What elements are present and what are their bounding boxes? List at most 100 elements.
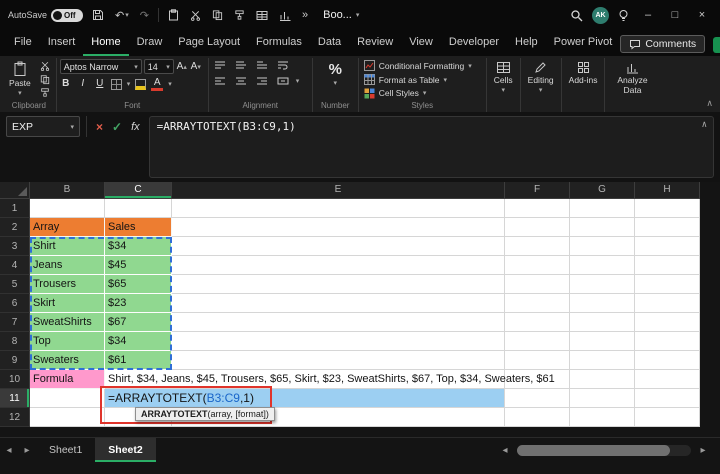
row-header-3[interactable]: 3 xyxy=(0,237,30,256)
tab-home[interactable]: Home xyxy=(83,31,128,56)
cell[interactable] xyxy=(635,313,700,332)
format-painter-quick-button[interactable] xyxy=(232,7,247,23)
autosave-switch[interactable]: Off xyxy=(51,9,83,22)
cell[interactable] xyxy=(172,332,505,351)
font-name-select[interactable]: Aptos Narrow ▾ xyxy=(60,59,142,74)
align-top-button[interactable] xyxy=(212,59,228,71)
cell[interactable] xyxy=(30,199,105,218)
minimize-button[interactable]: – xyxy=(638,9,658,21)
cell-edit-formula[interactable]: =ARRAYTOTEXT(B3:C9,1) xyxy=(105,389,505,408)
horizontal-scrollbar[interactable]: ◂ ▸ xyxy=(488,438,720,462)
row-header-2[interactable]: 2 xyxy=(0,218,30,237)
cell[interactable] xyxy=(505,275,570,294)
row-header-11[interactable]: 11 xyxy=(0,389,30,408)
close-button[interactable]: × xyxy=(692,9,712,21)
tab-data[interactable]: Data xyxy=(310,31,349,56)
cell-item-value[interactable]: $23 xyxy=(105,294,172,313)
row-header-6[interactable]: 6 xyxy=(0,294,30,313)
comments-button[interactable]: Comments xyxy=(620,35,705,53)
tab-draw[interactable]: Draw xyxy=(129,31,171,56)
cell-array-header[interactable]: Array xyxy=(30,218,105,237)
analyze-data-button[interactable]: Analyze Data xyxy=(608,59,656,97)
align-left-button[interactable] xyxy=(212,75,228,87)
cell[interactable] xyxy=(172,218,505,237)
cell[interactable] xyxy=(172,256,505,275)
cell[interactable] xyxy=(635,332,700,351)
cell[interactable] xyxy=(105,199,172,218)
format-painter-button[interactable] xyxy=(37,86,53,98)
cell[interactable] xyxy=(570,332,635,351)
bold-button[interactable]: B xyxy=(60,77,72,91)
cell-item-value[interactable]: $67 xyxy=(105,313,172,332)
avatar[interactable]: AK xyxy=(592,7,609,24)
cell[interactable] xyxy=(570,408,635,427)
merge-center-button[interactable] xyxy=(275,75,291,87)
add-ins-button[interactable]: Add-ins xyxy=(565,59,602,87)
font-color-button[interactable]: A xyxy=(151,77,163,91)
cell[interactable] xyxy=(30,408,105,427)
cell[interactable] xyxy=(570,256,635,275)
row-header-1[interactable]: 1 xyxy=(0,199,30,218)
scroll-left-icon[interactable]: ◂ xyxy=(496,445,514,456)
cell[interactable] xyxy=(505,199,570,218)
cell[interactable] xyxy=(635,275,700,294)
cell[interactable] xyxy=(505,351,570,370)
redo-button[interactable]: ↷ xyxy=(138,7,151,24)
cell-item-name[interactable]: Shirt xyxy=(30,237,105,256)
cell[interactable] xyxy=(30,389,105,408)
insert-function-button[interactable]: fx xyxy=(131,121,140,133)
cell[interactable] xyxy=(172,313,505,332)
font-size-select[interactable]: 14 ▾ xyxy=(144,59,174,74)
cell-item-name[interactable]: Skirt xyxy=(30,294,105,313)
sheet-nav-right-icon[interactable]: ▸ xyxy=(18,438,36,462)
select-all-corner[interactable] xyxy=(0,182,30,199)
cell-item-value[interactable]: $65 xyxy=(105,275,172,294)
cell[interactable] xyxy=(505,332,570,351)
undo-button[interactable]: ↶▾ xyxy=(113,7,131,24)
cell[interactable] xyxy=(635,351,700,370)
sheet-tab-sheet1[interactable]: Sheet1 xyxy=(36,438,95,462)
more-commands-button[interactable]: » xyxy=(300,7,310,23)
column-header-e[interactable]: E xyxy=(172,182,505,199)
cell[interactable] xyxy=(635,256,700,275)
row-header-9[interactable]: 9 xyxy=(0,351,30,370)
tab-view[interactable]: View xyxy=(401,31,441,56)
collapse-formula-bar-icon[interactable]: ∧ xyxy=(702,120,707,130)
underline-button[interactable]: U xyxy=(94,77,106,91)
column-header-g[interactable]: G xyxy=(570,182,635,199)
cell[interactable] xyxy=(172,199,505,218)
cell-formula-label[interactable]: Formula xyxy=(30,370,105,389)
table-quick-button[interactable] xyxy=(254,8,270,23)
tab-page-layout[interactable]: Page Layout xyxy=(170,31,248,56)
cell[interactable] xyxy=(570,389,635,408)
tab-developer[interactable]: Developer xyxy=(441,31,507,56)
cell[interactable] xyxy=(570,275,635,294)
cell-item-name[interactable]: Sweaters xyxy=(30,351,105,370)
conditional-formatting-button[interactable]: Conditional Formatting ▾ xyxy=(362,59,483,73)
cell[interactable] xyxy=(570,351,635,370)
cell[interactable] xyxy=(570,237,635,256)
tab-help[interactable]: Help xyxy=(507,31,546,56)
cell[interactable] xyxy=(635,370,700,389)
increase-font-button[interactable]: A▴ xyxy=(176,60,188,74)
cell[interactable] xyxy=(635,237,700,256)
paste-quick-button[interactable] xyxy=(166,7,181,23)
cell[interactable] xyxy=(635,218,700,237)
copy-quick-button[interactable] xyxy=(210,7,225,23)
column-header-b[interactable]: B xyxy=(30,182,105,199)
row-header-5[interactable]: 5 xyxy=(0,275,30,294)
cell-sales-header[interactable]: Sales xyxy=(105,218,172,237)
align-right-button[interactable] xyxy=(254,75,270,87)
cell[interactable] xyxy=(505,313,570,332)
column-header-f[interactable]: F xyxy=(505,182,570,199)
cell-item-value[interactable]: $34 xyxy=(105,332,172,351)
row-header-8[interactable]: 8 xyxy=(0,332,30,351)
format-as-table-button[interactable]: Format as Table ▾ xyxy=(362,73,483,87)
save-button[interactable] xyxy=(90,7,106,23)
document-title[interactable]: Boo... ▾ xyxy=(317,9,365,21)
cell[interactable] xyxy=(172,294,505,313)
autosave-toggle[interactable]: AutoSave Off xyxy=(8,9,83,22)
cell-styles-button[interactable]: Cell Styles ▾ xyxy=(362,86,483,100)
align-center-button[interactable] xyxy=(233,75,249,87)
borders-button[interactable] xyxy=(111,79,122,90)
